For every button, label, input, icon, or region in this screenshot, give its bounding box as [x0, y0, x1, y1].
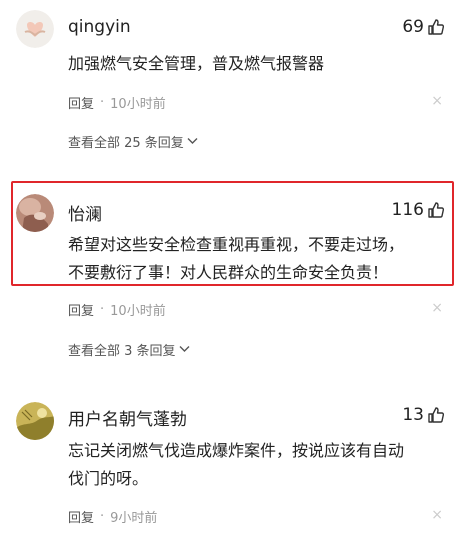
username[interactable]: 怡澜 — [68, 200, 102, 225]
view-all-replies-label: 查看全部 25 条回复 — [68, 136, 184, 151]
timestamp: 10小时前 — [110, 97, 166, 112]
like-count: 116 — [391, 200, 424, 220]
like-count: 13 — [402, 405, 424, 425]
comment-text: 加强燃气安全管理，普及燃气报警器 — [68, 54, 325, 73]
close-icon[interactable]: × — [431, 508, 443, 522]
view-all-replies-button[interactable]: 查看全部 25 条回复 — [68, 132, 198, 151]
close-icon[interactable]: × — [431, 301, 443, 315]
timestamp: 10小时前 — [110, 304, 166, 319]
reply-button[interactable]: 回复 — [68, 507, 94, 526]
avatar[interactable] — [16, 10, 54, 48]
view-all-replies-label: 查看全部 3 条回复 — [68, 344, 176, 359]
separator: · — [100, 95, 105, 110]
separator: · — [100, 302, 105, 317]
view-all-replies-button[interactable]: 查看全部 3 条回复 — [68, 340, 190, 359]
like-button[interactable]: 13 — [402, 405, 445, 425]
timestamp: 9小时前 — [110, 511, 158, 526]
chevron-down-icon — [187, 134, 198, 149]
separator: · — [100, 509, 105, 524]
like-count: 69 — [402, 17, 424, 37]
reply-button[interactable]: 回复 — [68, 93, 94, 112]
comment-text: 忘记关闭燃气伐造成爆炸案件，按说应该有自动 伐门的呀。 — [68, 441, 405, 488]
comment-text: 希望对这些安全检查重视再重视，不要走过场， 不要敷衍了事！对人民群众的生命安全负… — [68, 235, 405, 282]
avatar[interactable] — [16, 402, 54, 440]
like-button[interactable]: 116 — [392, 200, 445, 220]
comment-meta: 回复 · 9小时前 — [68, 507, 157, 526]
avatar[interactable] — [16, 194, 54, 232]
thumbs-up-icon — [427, 18, 445, 36]
close-icon[interactable]: × — [431, 94, 443, 108]
username[interactable]: qingyin — [68, 17, 131, 37]
like-button[interactable]: 69 — [402, 17, 445, 37]
thumbs-up-icon — [427, 406, 445, 424]
thumbs-up-icon — [427, 201, 445, 219]
reply-button[interactable]: 回复 — [68, 300, 94, 319]
username[interactable]: 用户名朝气蓬勃 — [68, 405, 187, 430]
chevron-down-icon — [179, 342, 190, 357]
comment-meta: 回复 · 10小时前 — [68, 300, 166, 319]
comment-meta: 回复 · 10小时前 — [68, 93, 166, 112]
